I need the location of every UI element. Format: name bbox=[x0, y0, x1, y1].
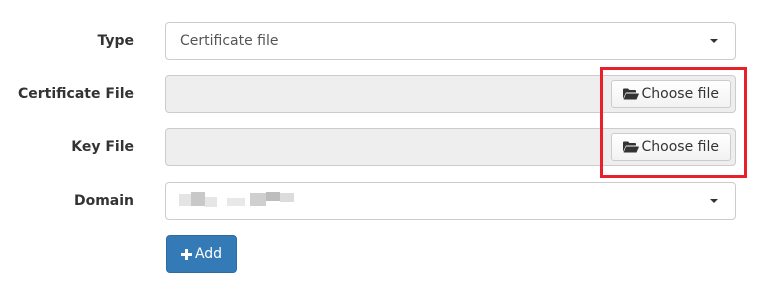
add-button-label: Add bbox=[194, 246, 223, 262]
certificate-file-label: Certificate File bbox=[17, 86, 134, 102]
type-select[interactable]: Certificate file bbox=[165, 22, 736, 60]
key-file-label: Key File bbox=[71, 139, 134, 155]
type-label: Type bbox=[97, 33, 134, 49]
certificate-form: Type Certificate file Certificate File C… bbox=[0, 0, 768, 289]
highlight-annotation-box bbox=[600, 67, 747, 178]
type-selected-value: Certificate file bbox=[180, 33, 279, 49]
add-button[interactable]: Add bbox=[166, 235, 237, 273]
caret-down-icon bbox=[710, 199, 718, 203]
type-row: Type Certificate file bbox=[0, 22, 768, 60]
domain-label: Domain bbox=[73, 193, 134, 209]
domain-row: Domain bbox=[0, 182, 768, 220]
plus-icon bbox=[180, 248, 192, 260]
domain-select[interactable] bbox=[165, 182, 736, 220]
caret-down-icon bbox=[710, 39, 718, 43]
